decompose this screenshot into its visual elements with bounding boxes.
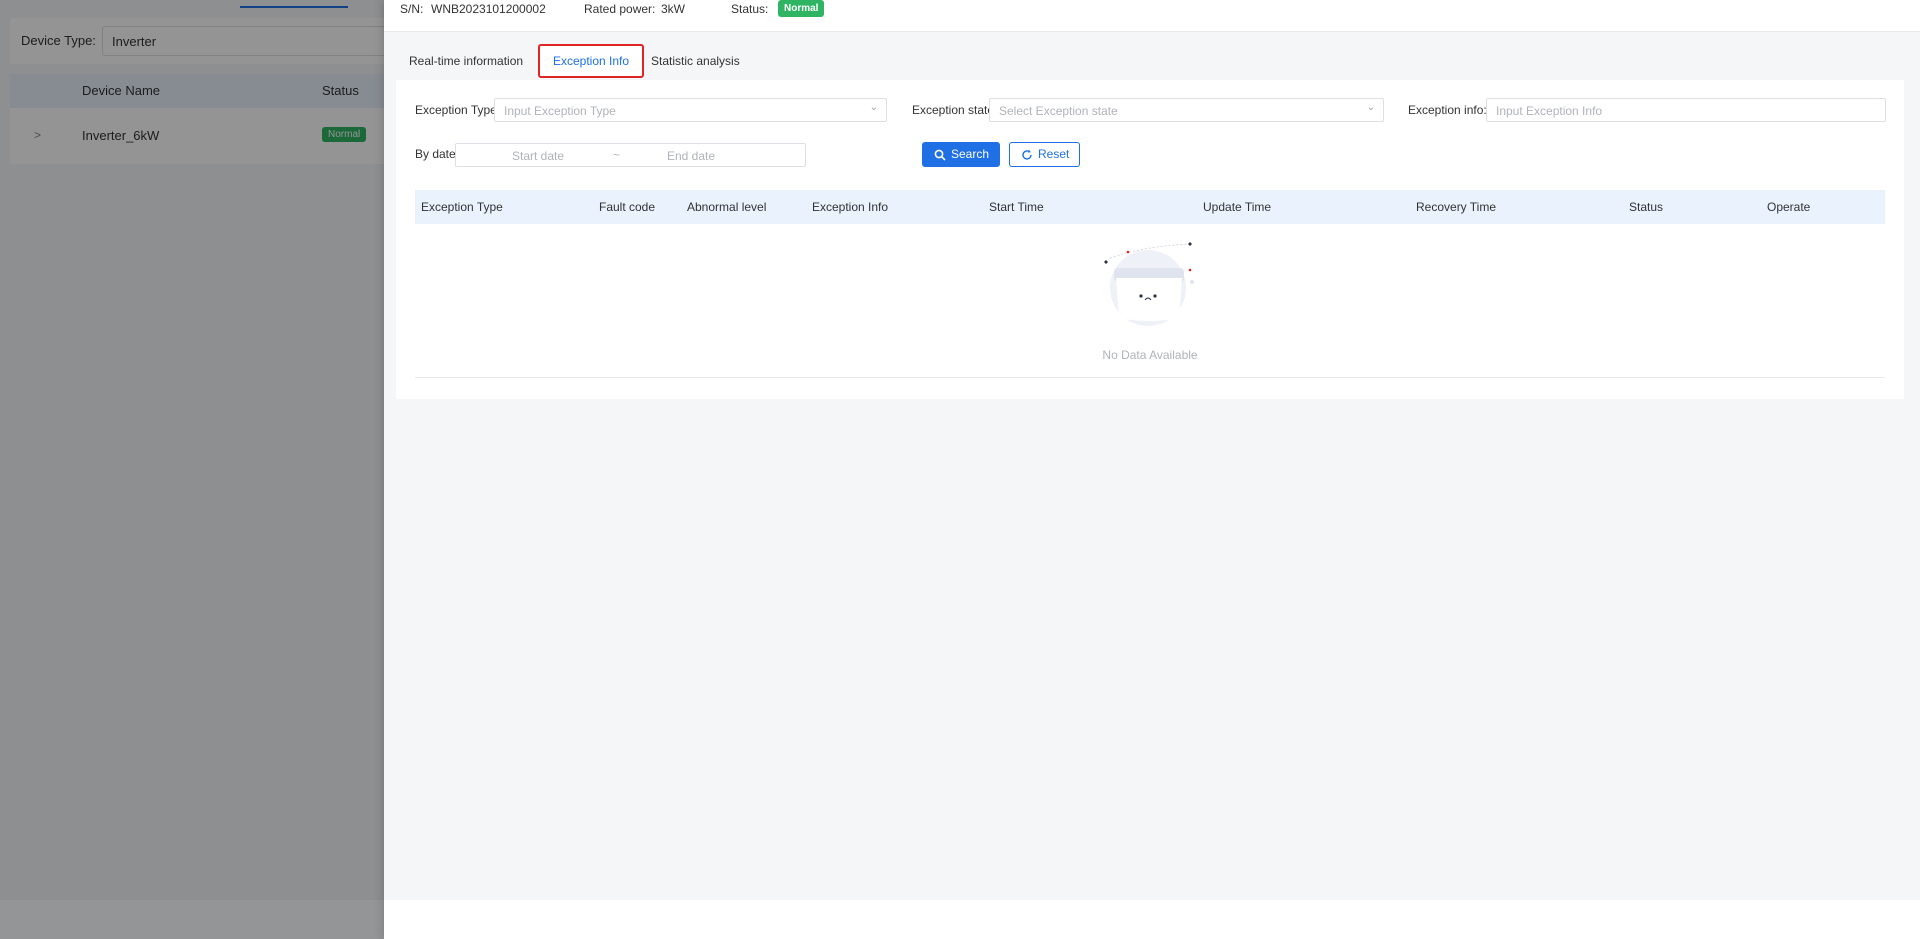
reset-button[interactable]: Reset <box>1009 142 1081 169</box>
start-date-placeholder[interactable]: Start date <box>512 149 564 163</box>
exception-type-label: Exception Type: <box>415 103 501 117</box>
column-header-recovery-time: Recovery Time <box>1416 200 1497 214</box>
tab-real-time-information[interactable]: Real-time information <box>396 44 536 78</box>
column-header-exception-info: Exception Info <box>812 200 889 214</box>
column-header-status: Status <box>1629 200 1664 214</box>
reset-button-label: Reset <box>1038 147 1070 161</box>
column-header-operate: Operate <box>1767 200 1811 214</box>
sn-value: WNB2023101200002 <box>431 2 546 16</box>
refresh-icon <box>1021 143 1033 169</box>
column-header-fault-code: Fault code <box>599 200 656 214</box>
drawer-header: S/N: WNB2023101200002 Rated power: 3kW S… <box>384 0 1920 32</box>
tab-statistic-analysis[interactable]: Statistic analysis <box>638 44 753 78</box>
exception-panel: Exception Type: Input Exception Type ⌄ E… <box>396 80 1904 399</box>
tab-exception-info[interactable]: Exception Info <box>538 44 645 78</box>
chevron-down-icon: ⌄ <box>1366 102 1375 113</box>
device-detail-drawer: S/N: WNB2023101200002 Rated power: 3kW S… <box>384 0 1920 939</box>
status-badge: Normal <box>778 0 825 17</box>
end-date-placeholder[interactable]: End date <box>667 149 715 163</box>
background-footer <box>0 900 384 939</box>
exception-type-placeholder: Input Exception Type <box>504 104 616 118</box>
exception-table-body: No Data Available <box>415 224 1885 378</box>
exception-type-select[interactable]: Input Exception Type ⌄ <box>494 98 887 122</box>
rated-power-value: 3kW <box>661 2 685 16</box>
exception-state-label: Exception state: <box>912 103 998 117</box>
chevron-down-icon: ⌄ <box>869 102 878 113</box>
column-header-abnormal-level: Abnormal level <box>687 200 767 214</box>
exception-info-placeholder: Input Exception Info <box>1496 104 1603 118</box>
status-label: Status: <box>731 2 769 16</box>
date-range-picker[interactable]: Start date ~ End date <box>455 143 806 167</box>
empty-state-text: No Data Available <box>1102 348 1198 362</box>
search-button-label: Search <box>951 147 990 161</box>
search-button[interactable]: Search <box>922 142 1001 169</box>
by-date-label: By date: <box>415 147 460 161</box>
column-header-update-time: Update Time <box>1203 200 1272 214</box>
empty-box-icon <box>1104 242 1194 326</box>
drawer-footer <box>384 900 1920 939</box>
column-header-exception-type: Exception Type <box>421 200 503 214</box>
exception-state-placeholder: Select Exception state <box>999 104 1118 118</box>
column-header-start-time: Start Time <box>989 200 1044 214</box>
exception-table-header: Exception Type Fault code Abnormal level… <box>415 190 1885 224</box>
exception-state-select[interactable]: Select Exception state ⌄ <box>989 98 1384 122</box>
drawer-body: Real-time information Exception Info Sta… <box>384 32 1920 900</box>
search-icon <box>934 143 946 169</box>
exception-table: Exception Type Fault code Abnormal level… <box>415 190 1885 378</box>
sn-label: S/N: <box>400 2 424 16</box>
date-separator: ~ <box>613 148 621 162</box>
exception-info-input[interactable]: Input Exception Info <box>1486 98 1886 122</box>
exception-info-label: Exception info: <box>1408 103 1487 117</box>
rated-power-label: Rated power: <box>584 2 656 16</box>
